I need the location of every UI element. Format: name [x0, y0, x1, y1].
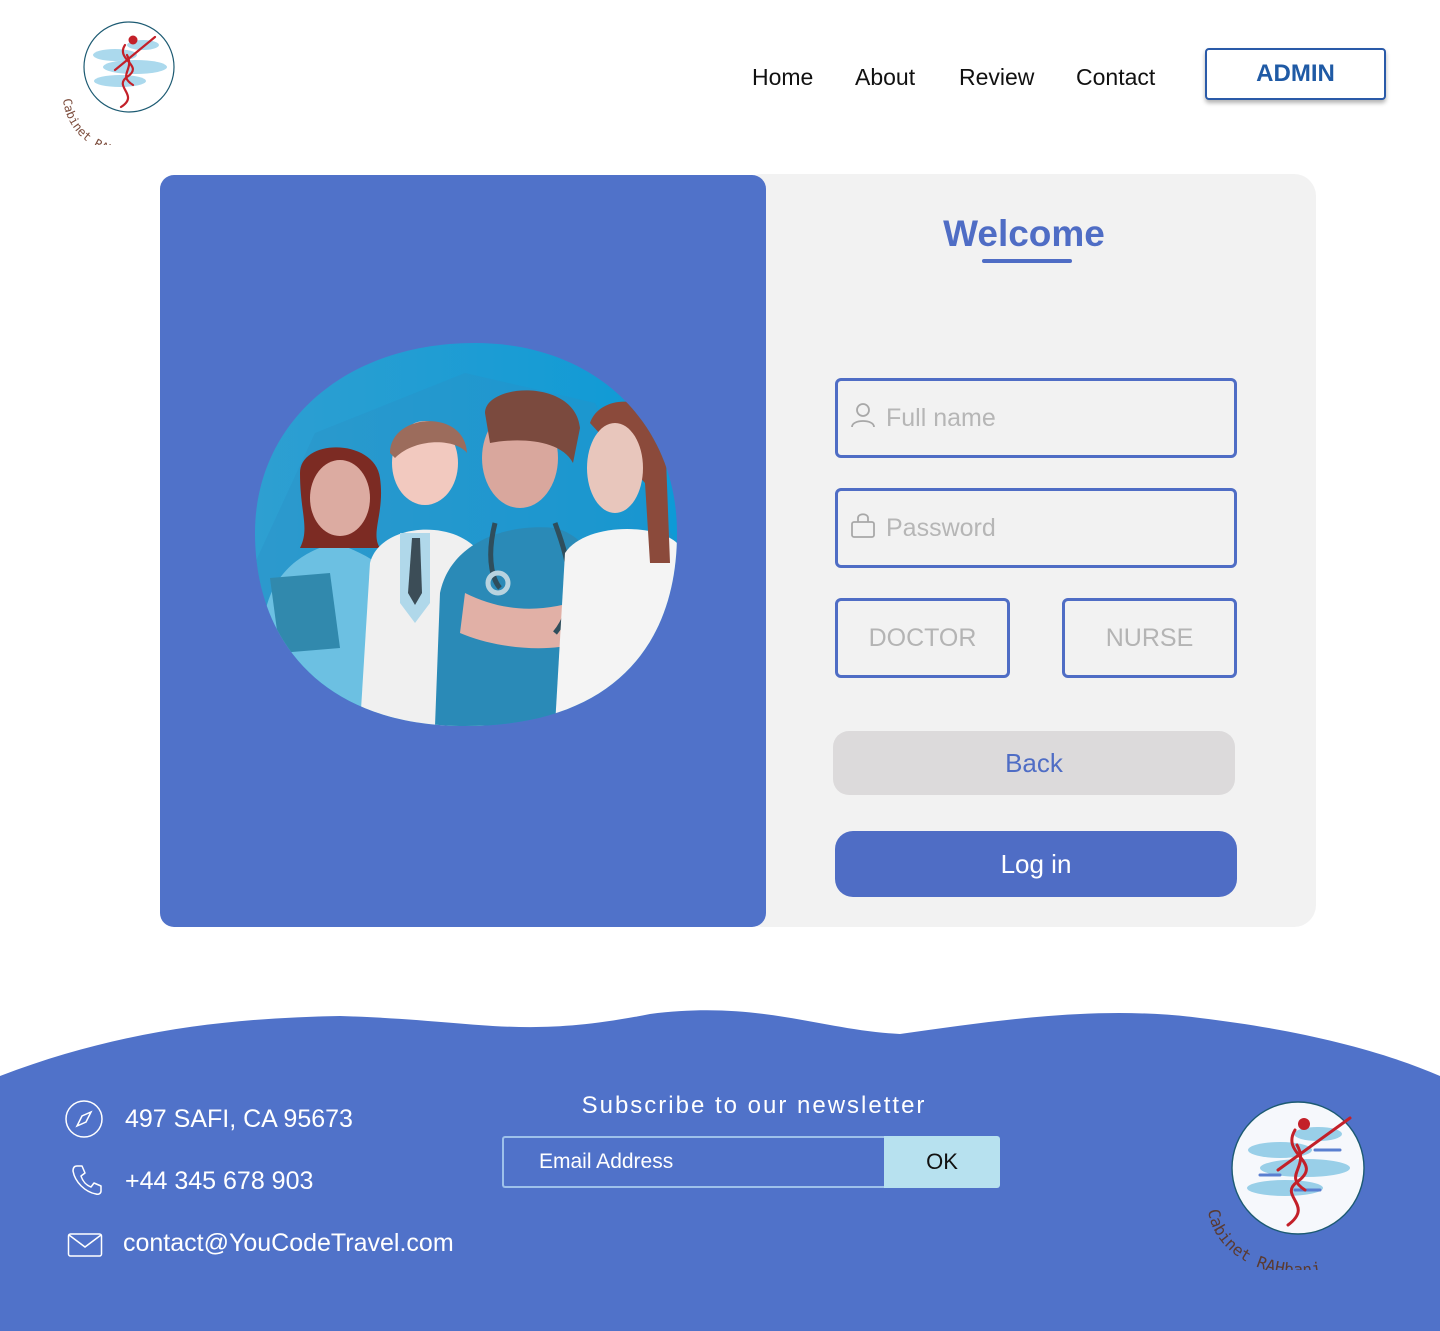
user-icon — [851, 403, 875, 428]
phone-icon — [72, 1165, 102, 1195]
password-field[interactable] — [835, 488, 1237, 568]
fullname-input[interactable] — [886, 381, 1226, 455]
nav-about[interactable]: About — [855, 64, 915, 91]
newsletter-ok-button[interactable]: OK — [884, 1136, 1000, 1188]
fullname-field[interactable] — [835, 378, 1237, 458]
newsletter-form: OK — [502, 1136, 1000, 1188]
admin-button[interactable]: ADMIN — [1205, 48, 1386, 100]
newsletter-title: Subscribe to our newsletter — [581, 1092, 927, 1119]
footer-address: 497 SAFI, CA 95673 — [125, 1105, 353, 1133]
welcome-heading: Welcome — [943, 213, 1105, 254]
footer-email[interactable]: contact@YouCodeTravel.com — [123, 1229, 454, 1258]
nav-home[interactable]: Home — [752, 64, 813, 91]
footer-phone: +44 345 678 903 — [125, 1167, 314, 1195]
back-button[interactable]: Back — [833, 731, 1235, 795]
lock-icon — [851, 513, 875, 538]
nav-review[interactable]: Review — [959, 64, 1034, 91]
footer-logo[interactable]: Cabinet RAHbani — [1200, 1090, 1400, 1270]
medical-team-illustration — [255, 343, 677, 726]
svg-text:Cabinet RAHbani: Cabinet RAHbani — [60, 97, 142, 145]
role-doctor-button[interactable]: DOCTOR — [835, 598, 1010, 678]
logo[interactable]: Cabinet RAHbani — [55, 15, 205, 145]
compass-icon — [65, 1100, 103, 1138]
newsletter-email-field[interactable] — [502, 1136, 884, 1188]
welcome-underline — [982, 259, 1072, 263]
nav-contact[interactable]: Contact — [1076, 64, 1155, 91]
role-nurse-button[interactable]: NURSE — [1062, 598, 1237, 678]
login-button[interactable]: Log in — [835, 831, 1237, 897]
password-input[interactable] — [886, 491, 1226, 565]
mail-icon — [67, 1233, 103, 1257]
newsletter-email-input[interactable] — [504, 1138, 884, 1186]
